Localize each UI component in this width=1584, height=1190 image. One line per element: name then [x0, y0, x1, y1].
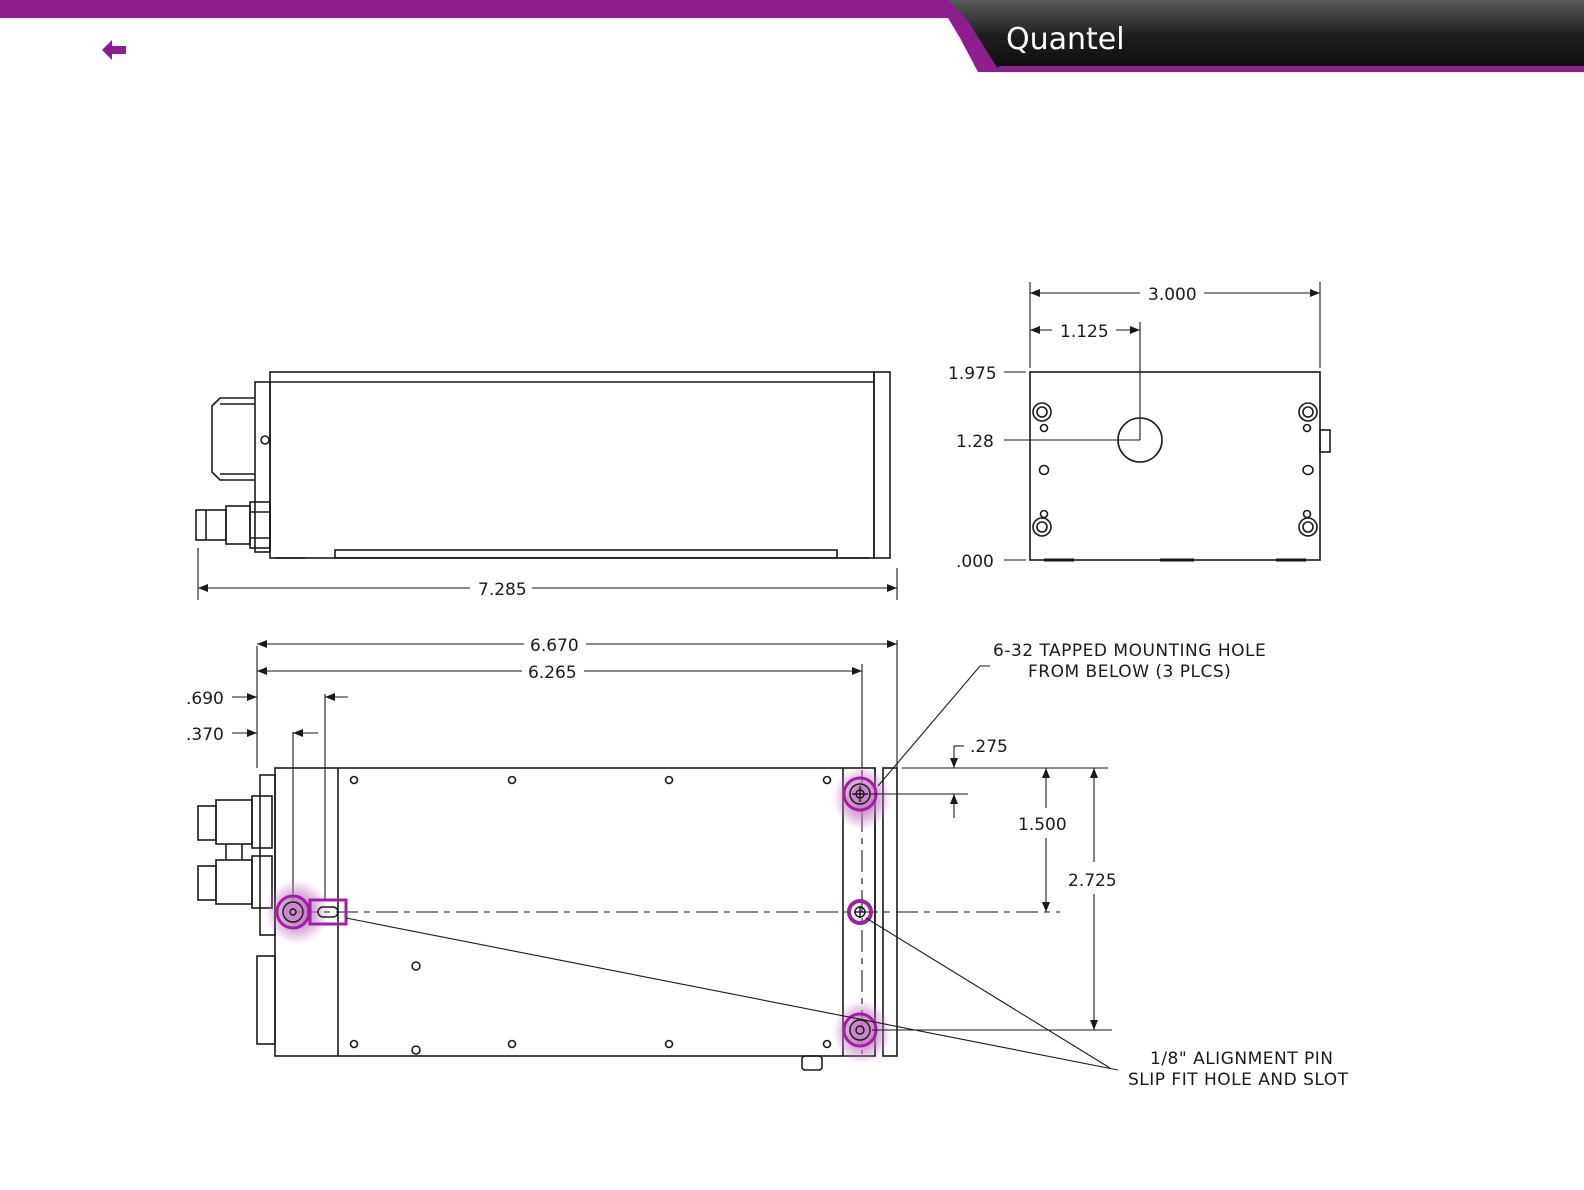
highlight-markers [265, 766, 891, 1064]
note-mounting-line2: FROM BELOW (3 PLCS) [1028, 662, 1231, 682]
dim-offset-275: .275 [970, 737, 1008, 757]
dim-base-height: .000 [956, 552, 994, 572]
dim-spacing-1500: 1.500 [1018, 815, 1067, 835]
dim-length-outer: 6.670 [530, 636, 579, 656]
technical-drawing: 7.285 3.000 1.125 1.975 1.28 .000 6.670 … [186, 282, 1349, 1090]
dim-center-offset: 1.125 [1060, 322, 1109, 342]
dim-aperture-height: 1.28 [956, 432, 994, 452]
dim-length-inner: 6.265 [528, 663, 577, 683]
note-pin-line2: SLIP FIT HOLE AND SLOT [1128, 1070, 1349, 1090]
note-mounting-line1: 6-32 TAPPED MOUNTING HOLE [993, 641, 1266, 661]
bottom-view [197, 640, 1060, 1071]
dim-width: 3.000 [1148, 285, 1197, 305]
note-pin-line1: 1/8" ALIGNMENT PIN [1150, 1049, 1333, 1069]
dimension-labels: 7.285 3.000 1.125 1.975 1.28 .000 6.670 … [186, 285, 1349, 1090]
dim-top-height: 1.975 [948, 364, 997, 384]
dim-offset-370: .370 [186, 725, 224, 745]
side-view [195, 371, 891, 559]
dim-overall-length: 7.285 [478, 580, 527, 600]
dim-spacing-2725: 2.725 [1068, 871, 1117, 891]
end-view [1029, 371, 1331, 562]
dim-offset-690: .690 [186, 689, 224, 709]
